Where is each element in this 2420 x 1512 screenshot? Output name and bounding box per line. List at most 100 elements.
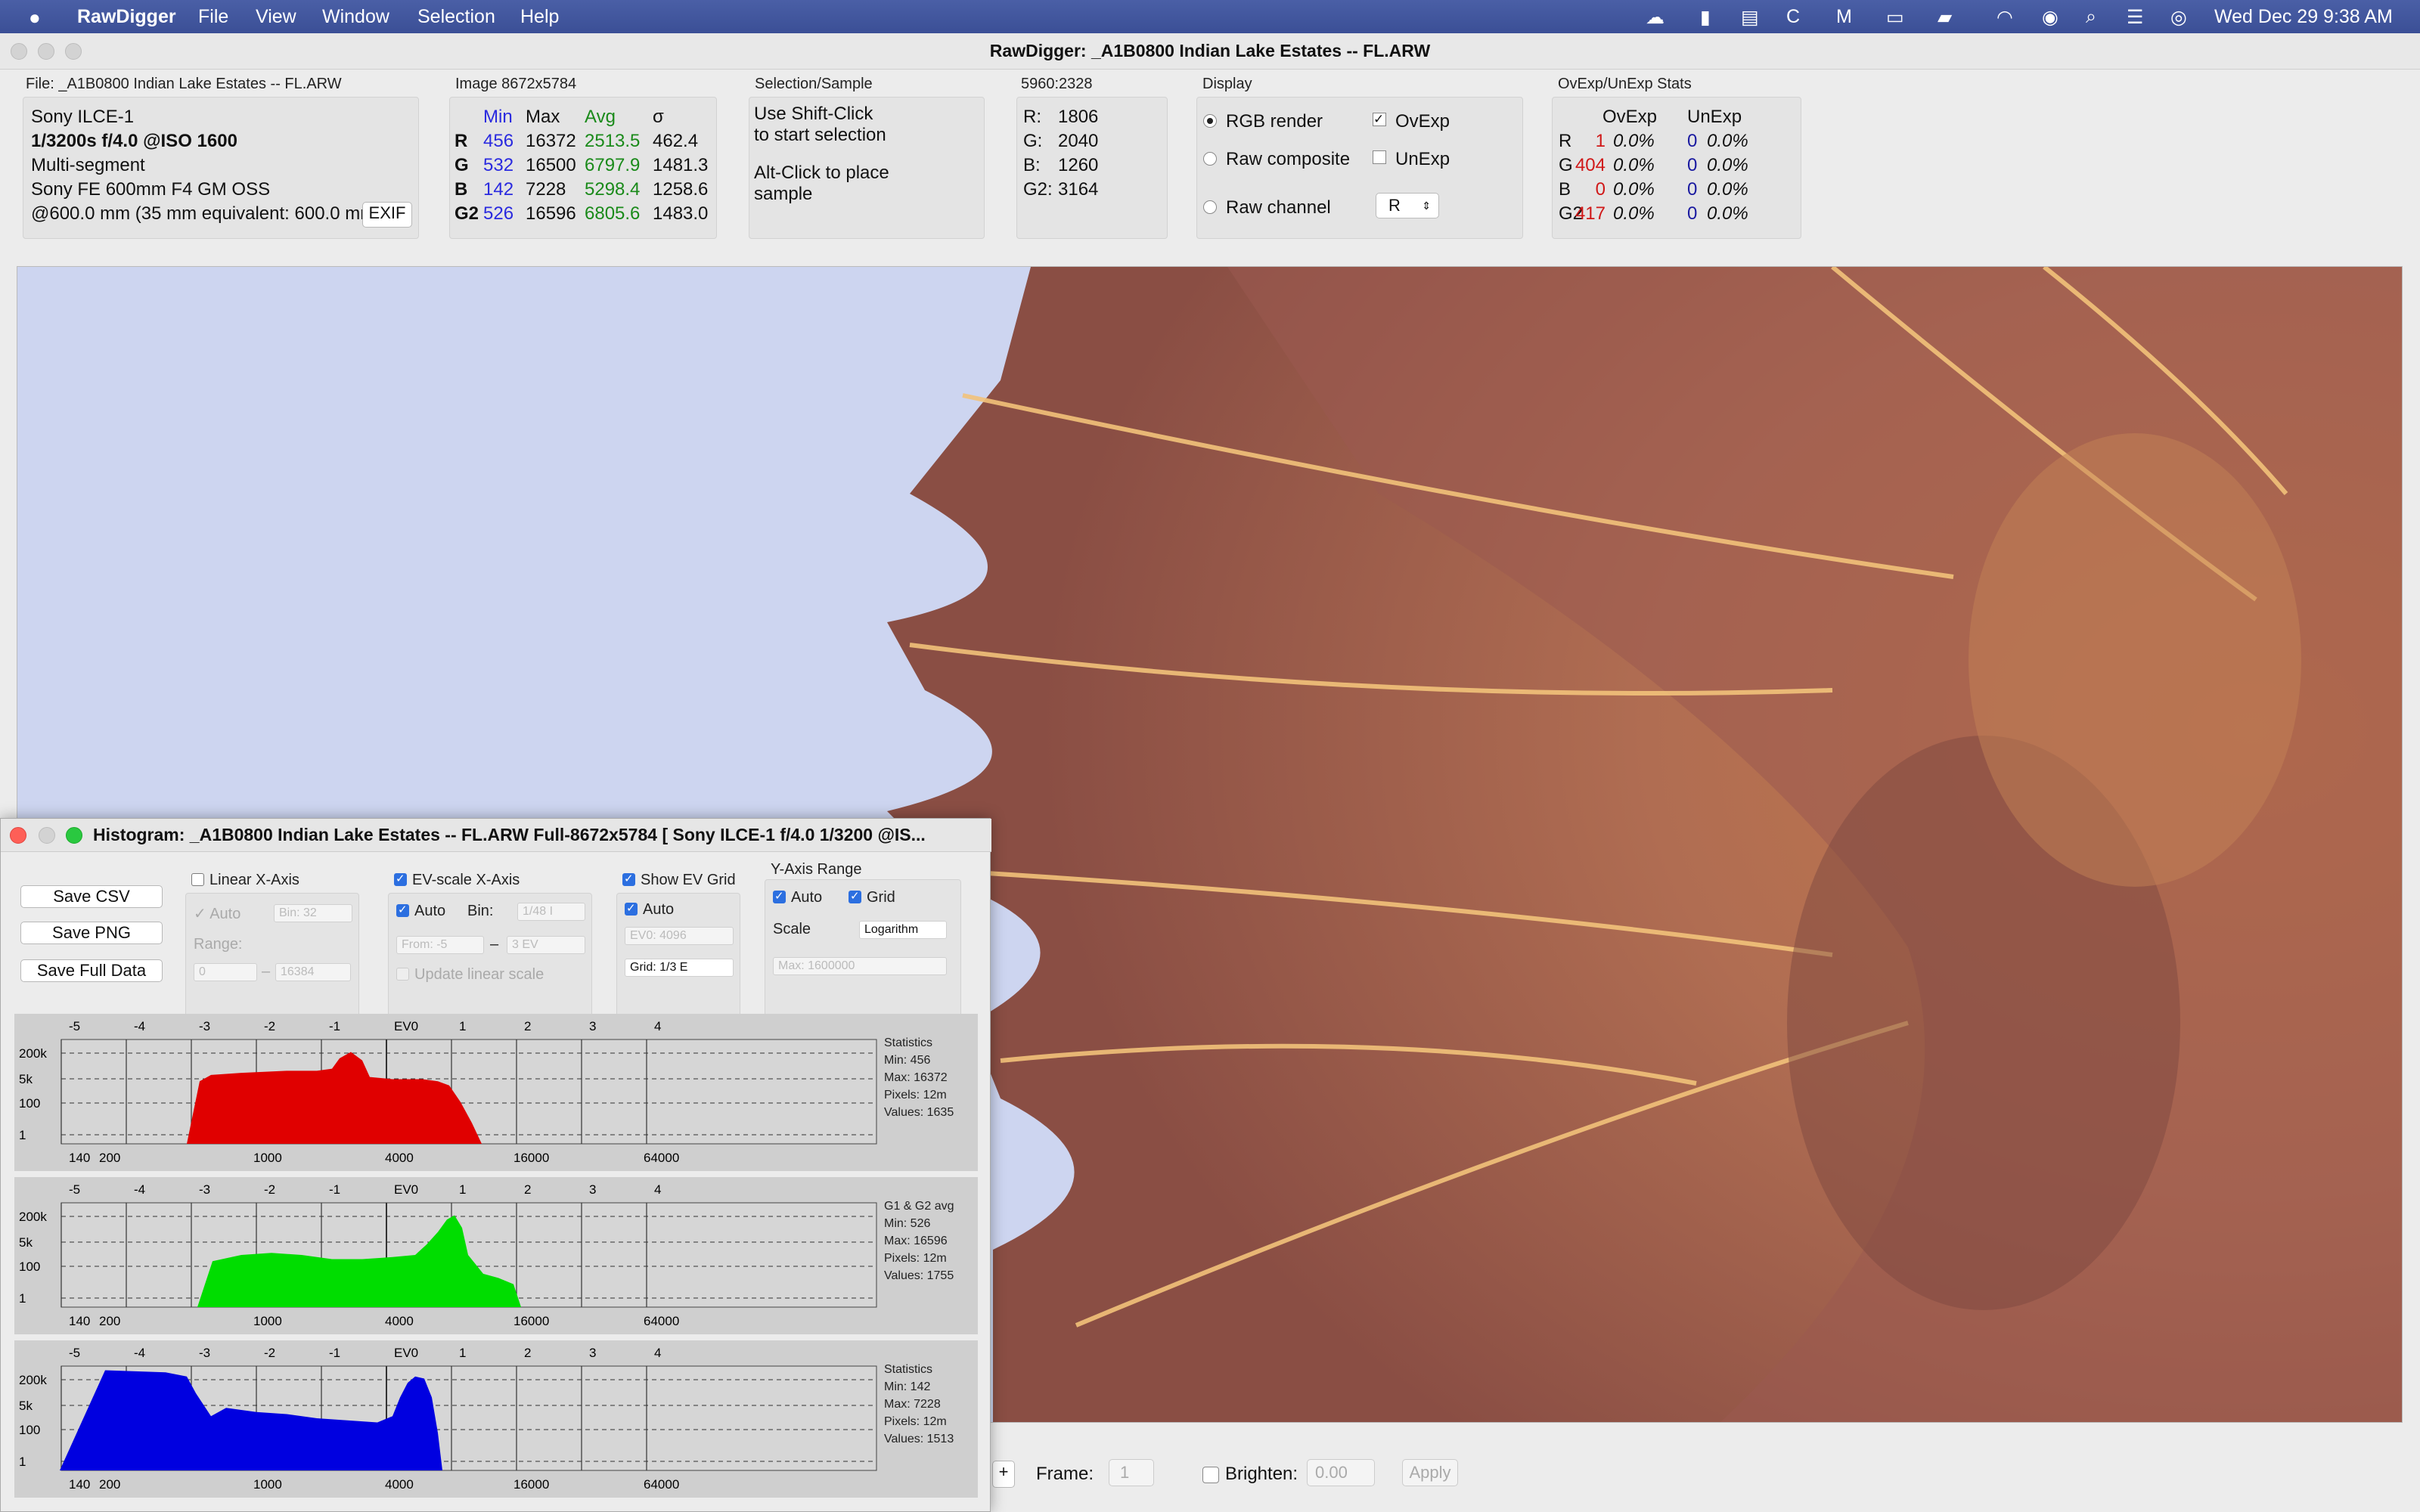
un-percent: 0.0% bbox=[1707, 155, 1748, 175]
film-icon[interactable]: ▤ bbox=[1741, 6, 1759, 29]
rgb-render-radio[interactable] bbox=[1203, 114, 1217, 128]
histogram-panel: -5 -4 -3 -2 -1 EV0 1 2 3 4 200k 5k 100 1 140 200 1000 400… bbox=[14, 1014, 978, 1171]
selection-header: Selection/Sample bbox=[755, 76, 873, 92]
file-header: File: _A1B0800 Indian Lake Estates -- FL… bbox=[26, 76, 342, 92]
unexp-checkbox[interactable] bbox=[1373, 150, 1386, 164]
stats-line: Min: 456 bbox=[884, 1054, 931, 1067]
save-full-data-button[interactable]: Save Full Data bbox=[20, 959, 163, 982]
ev0-field[interactable]: EV0: 4096 bbox=[625, 927, 734, 945]
sync-icon[interactable]: C bbox=[1786, 6, 1800, 28]
x-tick-label: 16000 bbox=[513, 1151, 549, 1165]
ev-tick-label: 2 bbox=[524, 1019, 531, 1033]
ev-auto-checkbox[interactable] bbox=[396, 903, 409, 917]
raw-composite-radio[interactable] bbox=[1203, 152, 1217, 166]
y-grid-checkbox[interactable] bbox=[849, 889, 861, 903]
add-button[interactable]: + bbox=[992, 1461, 1015, 1488]
linear-bin-field[interactable]: Bin: 32 bbox=[274, 904, 352, 922]
ovexp-checkbox[interactable]: ✓ bbox=[1373, 113, 1386, 126]
ov-percent: 0.0% bbox=[1613, 131, 1655, 151]
image-stat-min: 142 bbox=[483, 179, 514, 200]
range-max-field[interactable]: 16384 bbox=[275, 963, 351, 981]
ev-tick-label: EV0 bbox=[394, 1346, 418, 1360]
display-header: Display bbox=[1202, 76, 1252, 92]
file-menu[interactable]: File bbox=[198, 6, 228, 28]
ev-tick-label: -1 bbox=[329, 1346, 340, 1360]
stats-line: Statistics bbox=[884, 1363, 933, 1376]
col-max: Max bbox=[526, 107, 560, 127]
app-menu[interactable]: RawDigger bbox=[77, 6, 176, 28]
ov-percent: 0.0% bbox=[1613, 203, 1655, 224]
recorder-icon[interactable]: ▮ bbox=[1700, 6, 1711, 29]
ev-scale-checkbox[interactable] bbox=[394, 872, 407, 886]
ev-to-field[interactable]: 3 EV bbox=[507, 936, 585, 954]
ev-bin-select[interactable]: 1/48 I bbox=[517, 903, 585, 921]
grid-auto-checkbox[interactable] bbox=[625, 901, 638, 916]
un-count: 0 bbox=[1687, 155, 1698, 175]
help-menu[interactable]: Help bbox=[520, 6, 559, 28]
y-max-field[interactable]: Max: 1600000 bbox=[773, 957, 947, 975]
grid-select[interactable]: Grid: 1/3 E bbox=[625, 959, 734, 977]
window-menu[interactable]: Window bbox=[322, 6, 389, 28]
range-min-field[interactable]: 0 bbox=[194, 963, 257, 981]
selection-menu[interactable]: Selection bbox=[417, 6, 495, 28]
brighten-checkbox[interactable] bbox=[1202, 1467, 1219, 1483]
histogram-title: Histogram: _A1B0800 Indian Lake Estates … bbox=[93, 825, 926, 844]
clock-datetime[interactable]: Wed Dec 29 9:38 AM bbox=[2214, 6, 2393, 28]
brighten-input[interactable]: 0.00 bbox=[1307, 1459, 1375, 1486]
user-icon[interactable]: ◉ bbox=[2042, 6, 2059, 29]
image-header: Image 8672x5784 bbox=[455, 76, 577, 92]
image-stat-avg: 5298.4 bbox=[585, 179, 641, 200]
selection-hint-2: to start selection bbox=[754, 125, 886, 145]
image-stat-avg: 6797.9 bbox=[585, 155, 641, 175]
ovexp-label: OvExp bbox=[1395, 111, 1450, 132]
scale-select[interactable]: Logarithm bbox=[859, 921, 947, 939]
selection-box: Use Shift-Click to start selection Alt-C… bbox=[749, 97, 985, 239]
apple-menu-icon[interactable]: ● bbox=[29, 6, 41, 29]
hist-minimize-button[interactable] bbox=[39, 827, 55, 844]
screen-icon[interactable]: ▭ bbox=[1886, 6, 1904, 29]
mail-icon[interactable]: M bbox=[1836, 6, 1852, 28]
x-tick-label: 140 bbox=[69, 1151, 90, 1165]
apply-button[interactable]: Apply bbox=[1402, 1459, 1458, 1486]
ev-tick-label: -4 bbox=[134, 1019, 145, 1033]
stats-line: G1 & G2 avg bbox=[884, 1200, 954, 1213]
un-percent: 0.0% bbox=[1707, 131, 1748, 151]
y-auto-checkbox[interactable] bbox=[773, 889, 786, 903]
sample-channel: B: bbox=[1023, 155, 1041, 175]
y-grid-label: Grid bbox=[867, 889, 895, 906]
update-linear-checkbox[interactable] bbox=[396, 968, 409, 981]
exif-button[interactable]: EXIF bbox=[362, 202, 412, 228]
stats-line: Values: 1513 bbox=[884, 1433, 954, 1445]
ev-tick-label: -1 bbox=[329, 1182, 340, 1197]
save-csv-button[interactable]: Save CSV bbox=[20, 885, 163, 908]
view-menu[interactable]: View bbox=[256, 6, 296, 28]
raw-channel-select[interactable]: R ⇕ bbox=[1376, 193, 1439, 218]
rgb-render-label: RGB render bbox=[1226, 111, 1323, 132]
battery-icon[interactable]: ▰ bbox=[1938, 6, 1952, 29]
image-stats-box: Min Max Avg σ R 456 16372 2513.5 462.4 G 532 16… bbox=[449, 97, 717, 239]
image-stat-sd: 1481.3 bbox=[653, 155, 709, 175]
ev-from-field[interactable]: From: -5 bbox=[396, 936, 484, 954]
raw-channel-radio[interactable] bbox=[1203, 200, 1217, 214]
frame-stepper[interactable]: 1 bbox=[1109, 1459, 1154, 1486]
creative-cloud-icon[interactable]: ☁ bbox=[1646, 6, 1665, 29]
hist-close-button[interactable] bbox=[10, 827, 26, 844]
range-label: Range: bbox=[194, 936, 243, 953]
x-tick-label: 16000 bbox=[513, 1477, 549, 1492]
histogram-plot: -5 -4 -3 -2 -1 EV0 1 2 3 4 200k 5k 100 1 140 200 1000 400… bbox=[19, 1182, 877, 1328]
ev-tick-label: 4 bbox=[654, 1346, 661, 1360]
linear-x-checkbox[interactable] bbox=[191, 873, 204, 886]
search-icon[interactable]: ⌕ bbox=[2086, 6, 2096, 28]
control-center-icon[interactable]: ☰ bbox=[2127, 6, 2143, 29]
image-stat-min: 456 bbox=[483, 131, 514, 151]
show-ev-grid-checkbox[interactable] bbox=[622, 872, 635, 886]
save-png-button[interactable]: Save PNG bbox=[20, 922, 163, 944]
hist-zoom-button[interactable] bbox=[66, 827, 82, 844]
ev-tick-label: -5 bbox=[69, 1346, 80, 1360]
x-tick-label: 64000 bbox=[644, 1477, 679, 1492]
ev-tick-label: 1 bbox=[459, 1346, 466, 1360]
siri-icon[interactable]: ◎ bbox=[2170, 6, 2187, 29]
image-stat-ch: G2 bbox=[455, 203, 479, 224]
wifi-icon[interactable]: ◠ bbox=[1996, 6, 2013, 29]
histogram-panel: -5 -4 -3 -2 -1 EV0 1 2 3 4 200k 5k 100 1 140 200 1000 400… bbox=[14, 1340, 978, 1498]
